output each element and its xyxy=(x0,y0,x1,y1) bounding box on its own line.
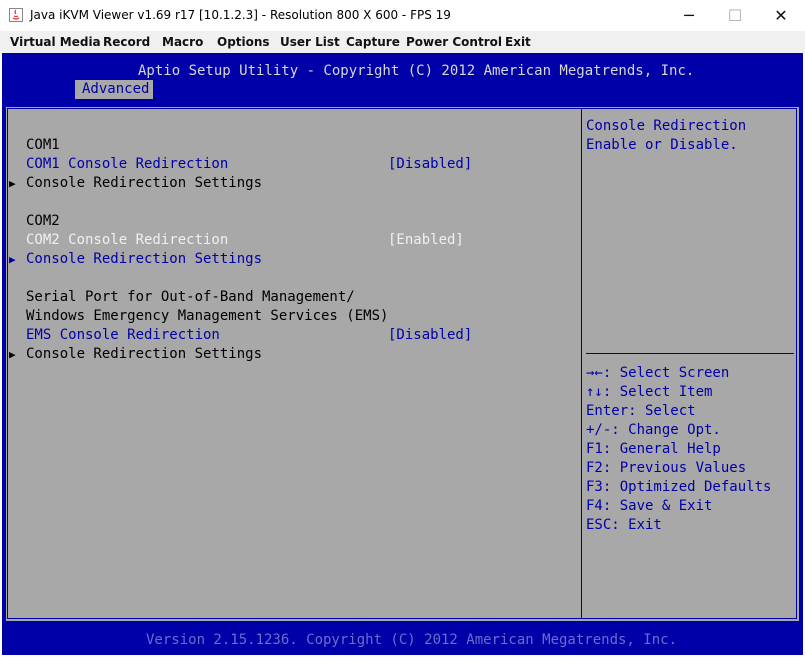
menu-bar: Virtual Media Record Macro Options User … xyxy=(0,31,805,53)
menu-virtual-media[interactable]: Virtual Media xyxy=(10,35,101,49)
kvm-screen[interactable]: Aptio Setup Utility - Copyright (C) 2012… xyxy=(2,53,803,655)
menu-power-control[interactable]: Power Control xyxy=(406,35,502,49)
key-help-f2: F2: Previous Values xyxy=(586,460,747,476)
ems-redirection-settings[interactable]: Console Redirection Settings xyxy=(26,345,262,364)
key-help-select-item: ↑↓: Select Item xyxy=(586,384,713,400)
menu-capture[interactable]: Capture xyxy=(346,35,400,49)
maximize-button[interactable]: ☐ xyxy=(712,0,758,31)
section-com2-label: COM2 xyxy=(26,213,60,229)
com1-console-redirection[interactable]: COM1 Console Redirection xyxy=(26,155,228,174)
help-text-line1: Console Redirection xyxy=(586,118,747,134)
submenu-arrow-icon: ▶ xyxy=(9,177,16,190)
key-help-divider xyxy=(586,353,794,354)
section-com1-label: COM1 xyxy=(26,137,60,153)
ems-section-label-line1: Serial Port for Out-of-Band Management/ xyxy=(26,289,355,305)
com1-console-redirection-value[interactable]: [Disabled] xyxy=(388,155,472,174)
menu-record[interactable]: Record xyxy=(103,35,150,49)
key-help-f1: F1: General Help xyxy=(586,441,721,457)
menu-options[interactable]: Options xyxy=(217,35,270,49)
tab-advanced-label: Advanced xyxy=(82,81,150,97)
com2-redirection-settings[interactable]: Console Redirection Settings xyxy=(26,250,262,269)
submenu-arrow-icon: ▶ xyxy=(9,253,16,266)
window-titlebar: Java iKVM Viewer v1.69 r17 [10.1.2.3] - … xyxy=(0,0,805,31)
help-column-divider xyxy=(581,108,582,619)
ems-console-redirection[interactable]: EMS Console Redirection xyxy=(26,326,220,345)
minimize-button[interactable]: ─ xyxy=(666,0,712,31)
menu-exit[interactable]: Exit xyxy=(505,35,531,49)
java-app-icon xyxy=(9,8,23,22)
close-button[interactable]: ✕ xyxy=(758,0,804,31)
key-help-f3: F3: Optimized Defaults xyxy=(586,479,772,495)
key-help-esc: ESC: Exit xyxy=(586,517,662,533)
com1-redirection-settings[interactable]: Console Redirection Settings xyxy=(26,174,262,193)
key-help-select-screen: →←: Select Screen xyxy=(586,365,730,381)
bios-footer: Version 2.15.1236. Copyright (C) 2012 Am… xyxy=(2,625,803,655)
submenu-arrow-icon: ▶ xyxy=(9,348,16,361)
ems-console-redirection-value[interactable]: [Disabled] xyxy=(388,326,472,345)
tab-advanced[interactable]: Advanced xyxy=(75,80,153,99)
menu-user-list[interactable]: User List xyxy=(280,35,340,49)
com2-console-redirection[interactable]: COM2 Console Redirection xyxy=(26,231,228,250)
help-text-line2: Enable or Disable. xyxy=(586,137,738,153)
key-help-change-opt: +/-: Change Opt. xyxy=(586,422,721,438)
com2-console-redirection-value[interactable]: [Enabled] xyxy=(388,231,464,250)
key-help-enter: Enter: Select xyxy=(586,403,696,419)
menu-macro[interactable]: Macro xyxy=(162,35,203,49)
bios-footer-text: Version 2.15.1236. Copyright (C) 2012 Am… xyxy=(146,632,678,648)
ems-section-label-line2: Windows Emergency Management Services (E… xyxy=(26,308,389,324)
key-help-f4: F4: Save & Exit xyxy=(586,498,713,514)
window-title: Java iKVM Viewer v1.69 r17 [10.1.2.3] - … xyxy=(30,8,451,22)
bios-header-title: Aptio Setup Utility - Copyright (C) 2012… xyxy=(138,63,695,79)
